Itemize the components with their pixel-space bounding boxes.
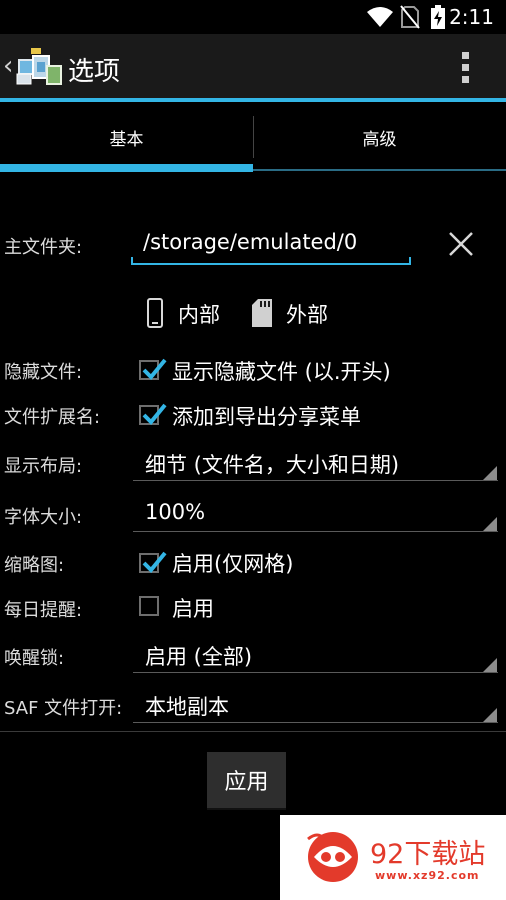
storage-internal-button[interactable]: 内部 bbox=[178, 299, 220, 329]
watermark-url: www.xz92.com bbox=[375, 869, 480, 882]
check-icon bbox=[142, 551, 167, 573]
font-size-label: 字体大小: bbox=[4, 507, 83, 528]
no-sim-icon bbox=[400, 5, 420, 29]
file-ext-label: 文件扩展名: bbox=[4, 407, 101, 428]
tab-inactive-indicator bbox=[253, 169, 506, 171]
wake-lock-dropdown-icon bbox=[483, 658, 497, 672]
tab-advanced[interactable]: 高级 bbox=[253, 102, 506, 172]
thumbnails-label: 缩略图: bbox=[4, 555, 65, 576]
check-icon bbox=[142, 358, 167, 380]
font-size-spinner-value[interactable]: 100% bbox=[145, 500, 205, 524]
status-time: 2:11 bbox=[449, 5, 494, 29]
clear-icon[interactable] bbox=[448, 231, 474, 257]
layout-label: 显示布局: bbox=[4, 456, 83, 477]
file-ext-option[interactable]: 添加到导出分享菜单 bbox=[172, 401, 361, 431]
wake-lock-spinner[interactable] bbox=[133, 672, 498, 673]
tab-bar: 基本 高级 bbox=[0, 102, 506, 172]
watermark-logo-icon bbox=[307, 832, 358, 882]
saf-open-spinner[interactable] bbox=[133, 722, 498, 723]
tab-active-indicator bbox=[0, 164, 253, 172]
battery-charging-icon bbox=[431, 5, 445, 29]
saf-open-label: SAF 文件打开: bbox=[4, 698, 123, 719]
layout-spinner[interactable] bbox=[133, 480, 498, 481]
layout-spinner-value[interactable]: 细节 (文件名，大小和日期) bbox=[145, 449, 399, 479]
file-ext-checkbox[interactable] bbox=[139, 403, 167, 425]
font-size-spinner[interactable] bbox=[133, 531, 498, 532]
status-bar: 2:11 bbox=[0, 0, 506, 34]
overflow-menu-icon[interactable] bbox=[456, 52, 476, 86]
input-corner-left bbox=[131, 257, 133, 265]
check-icon bbox=[142, 403, 167, 425]
watermark-name: 92下载站 bbox=[370, 839, 486, 870]
saf-open-spinner-value[interactable]: 本地副本 bbox=[145, 691, 229, 721]
saf-open-dropdown-icon bbox=[483, 708, 497, 722]
sd-card-icon[interactable] bbox=[251, 298, 273, 328]
watermark: 92下载站 www.xz92.com bbox=[280, 815, 506, 900]
font-size-dropdown-icon bbox=[483, 517, 497, 531]
daily-reminder-option[interactable]: 启用 bbox=[172, 593, 214, 623]
apply-button[interactable]: 应用 bbox=[207, 752, 286, 808]
main-folder-input-underline bbox=[131, 263, 411, 265]
hidden-files-label: 隐藏文件: bbox=[4, 362, 83, 383]
page-title: 选项 bbox=[68, 57, 121, 87]
wake-lock-spinner-value[interactable]: 启用 (全部) bbox=[145, 641, 252, 671]
storage-external-button[interactable]: 外部 bbox=[286, 299, 328, 329]
input-corner-right bbox=[409, 257, 411, 265]
thumbnails-checkbox[interactable] bbox=[139, 551, 167, 573]
main-folder-label: 主文件夹: bbox=[4, 237, 83, 258]
hidden-files-option[interactable]: 显示隐藏文件 (以.开头) bbox=[172, 356, 391, 386]
hidden-files-checkbox[interactable] bbox=[139, 358, 167, 380]
action-bar: ‹ 选项 bbox=[0, 34, 506, 100]
wake-lock-label: 唤醒锁: bbox=[4, 648, 65, 669]
tab-basic[interactable]: 基本 bbox=[0, 102, 253, 172]
daily-reminder-checkbox[interactable] bbox=[139, 596, 159, 616]
phone-icon[interactable] bbox=[146, 298, 164, 328]
app-logo-icon[interactable] bbox=[15, 46, 63, 88]
layout-dropdown-icon bbox=[483, 466, 497, 480]
bottom-divider bbox=[0, 731, 506, 732]
thumbnails-option[interactable]: 启用(仅网格) bbox=[172, 548, 293, 578]
daily-reminder-label: 每日提醒: bbox=[4, 600, 83, 621]
wifi-icon bbox=[367, 7, 393, 27]
main-folder-input[interactable]: /storage/emulated/0 bbox=[143, 230, 357, 254]
back-chevron-icon[interactable]: ‹ bbox=[3, 52, 13, 80]
